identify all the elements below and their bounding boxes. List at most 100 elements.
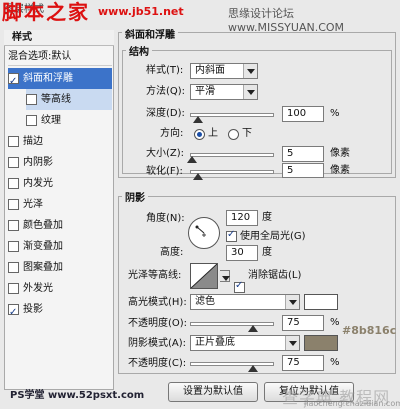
angle-input[interactable]: 120 xyxy=(226,210,258,226)
anti-alias-label: 消除锯齿(L) xyxy=(248,270,302,281)
shading-title: 阴影 xyxy=(122,189,148,204)
angle-dial[interactable] xyxy=(188,217,220,249)
style-item[interactable]: 等高线 xyxy=(26,89,112,110)
angle-crosshair-icon xyxy=(195,225,206,237)
watermark-url: www.jb51.net xyxy=(98,5,184,18)
size-slider-track[interactable] xyxy=(190,153,274,157)
style-item[interactable]: 内阴影 xyxy=(8,152,112,173)
global-light-label: 使用全局光(G) xyxy=(240,231,306,242)
chevron-down-icon xyxy=(285,336,299,350)
style-item-label: 图案叠加 xyxy=(23,262,63,273)
depth-label: 深度(D): xyxy=(146,108,185,119)
highlight-opacity-slider-thumb[interactable] xyxy=(248,325,258,332)
style-item-label: 描边 xyxy=(23,136,43,147)
altitude-unit: 度 xyxy=(262,247,272,258)
style-item[interactable]: 光泽 xyxy=(8,194,112,215)
style-item-checkbox[interactable] xyxy=(8,302,19,323)
style-item-checkbox[interactable] xyxy=(26,94,37,105)
style-item-checkbox[interactable] xyxy=(8,199,19,210)
bevel-style-select[interactable]: 内斜面 xyxy=(190,63,258,79)
size-input[interactable]: 5 xyxy=(282,146,324,162)
shadow-opacity-label: 不透明度(C): xyxy=(128,358,187,369)
style-item-checkbox[interactable] xyxy=(8,71,19,92)
depth-input[interactable]: 100 xyxy=(282,106,324,122)
shadow-opacity-slider-track[interactable] xyxy=(190,362,274,366)
angle-label: 角度(N): xyxy=(146,213,185,224)
technique-value: 平滑 xyxy=(195,86,215,97)
style-item-checkbox[interactable] xyxy=(8,262,19,273)
style-item-label: 内阴影 xyxy=(23,157,53,168)
style-item-label: 光泽 xyxy=(23,199,43,210)
style-item-checkbox[interactable] xyxy=(8,241,19,252)
altitude-input[interactable]: 30 xyxy=(226,245,258,261)
highlight-opacity-unit: % xyxy=(330,317,340,328)
style-item-checkbox[interactable] xyxy=(26,115,37,126)
style-item-label: 外发光 xyxy=(23,283,53,294)
bevel-emboss-title: 斜面和浮雕 xyxy=(122,26,178,41)
size-slider-thumb[interactable] xyxy=(186,156,197,163)
soften-label: 软化(F): xyxy=(146,166,183,177)
style-item[interactable]: 内发光 xyxy=(8,173,112,194)
style-item[interactable]: 图案叠加 xyxy=(8,257,112,278)
angle-unit: 度 xyxy=(262,212,272,223)
style-item[interactable]: 纹理 xyxy=(26,110,112,131)
technique-select[interactable]: 平滑 xyxy=(190,84,258,100)
chevron-down-icon xyxy=(243,64,257,78)
style-item[interactable]: 颜色叠加 xyxy=(8,215,112,236)
highlight-mode-select[interactable]: 滤色 xyxy=(190,294,300,310)
direction-label: 方向: xyxy=(160,128,184,139)
style-item[interactable]: 斜面和浮雕 xyxy=(8,68,112,92)
highlight-color-swatch[interactable] xyxy=(304,294,338,310)
style-item[interactable]: 投影 xyxy=(8,299,112,323)
direction-down-radio[interactable] xyxy=(228,129,239,140)
bevel-style-value: 内斜面 xyxy=(195,65,225,76)
chevron-down-icon xyxy=(219,271,230,281)
shadow-opacity-slider-thumb[interactable] xyxy=(248,365,258,372)
style-item-checkbox[interactable] xyxy=(8,178,19,189)
style-label: 样式(T): xyxy=(146,65,184,76)
style-item-checkbox[interactable] xyxy=(8,157,19,168)
style-item[interactable]: 描边 xyxy=(8,131,112,152)
shadow-color-swatch[interactable] xyxy=(304,335,338,351)
contour-curve-icon xyxy=(191,264,217,288)
chevron-down-icon xyxy=(285,295,299,309)
size-label: 大小(Z): xyxy=(146,148,185,159)
shadow-opacity-input[interactable]: 75 xyxy=(282,355,324,371)
style-item-checkbox[interactable] xyxy=(8,136,19,147)
direction-down-label: 下 xyxy=(242,128,252,139)
highlight-opacity-label: 不透明度(O): xyxy=(128,318,188,329)
style-item-label: 内发光 xyxy=(23,178,53,189)
style-item-label: 投影 xyxy=(23,304,43,315)
soften-slider-thumb[interactable] xyxy=(193,173,204,180)
anti-alias-checkbox[interactable] xyxy=(234,280,245,293)
shadow-color-annotation: #8b816c xyxy=(342,324,397,337)
size-unit: 像素 xyxy=(330,148,350,159)
style-item-label: 颜色叠加 xyxy=(23,220,63,231)
depth-slider-thumb[interactable] xyxy=(193,116,204,123)
style-item-label: 等高线 xyxy=(41,94,71,105)
set-default-button[interactable]: 设置为默认值 xyxy=(168,382,258,402)
styles-header[interactable]: 样式 xyxy=(4,30,114,46)
shadow-mode-value: 正片叠底 xyxy=(195,337,235,348)
gloss-contour-preview[interactable] xyxy=(190,263,218,289)
shadow-mode-label: 阴影模式(A): xyxy=(128,338,187,349)
structure-title: 结构 xyxy=(126,43,152,58)
style-item-checkbox[interactable] xyxy=(8,283,19,294)
highlight-opacity-slider-track[interactable] xyxy=(190,322,274,326)
soften-input[interactable]: 5 xyxy=(282,163,324,178)
global-light-checkbox[interactable] xyxy=(226,229,237,242)
depth-unit: % xyxy=(330,108,340,119)
highlight-opacity-input[interactable]: 75 xyxy=(282,315,324,331)
direction-up-radio[interactable] xyxy=(194,129,205,140)
watermark-bottom-url: jiaocheng.chazidian.com xyxy=(304,399,400,408)
contour-dropdown[interactable] xyxy=(219,270,230,282)
style-item[interactable]: 渐变叠加 xyxy=(8,236,112,257)
watermark-top-right: 思缘设计论坛 www.MISSYUAN.COM xyxy=(228,7,345,34)
technique-label: 方法(Q): xyxy=(146,86,186,97)
style-item[interactable]: 外发光 xyxy=(8,278,112,299)
shadow-mode-select[interactable]: 正片叠底 xyxy=(190,335,300,351)
watermark-bottom-left: PS学堂 www.52psxt.com xyxy=(10,390,145,401)
shadow-opacity-unit: % xyxy=(330,357,340,368)
blending-options-item[interactable]: 混合选项:默认 xyxy=(8,48,112,66)
style-item-checkbox[interactable] xyxy=(8,220,19,231)
